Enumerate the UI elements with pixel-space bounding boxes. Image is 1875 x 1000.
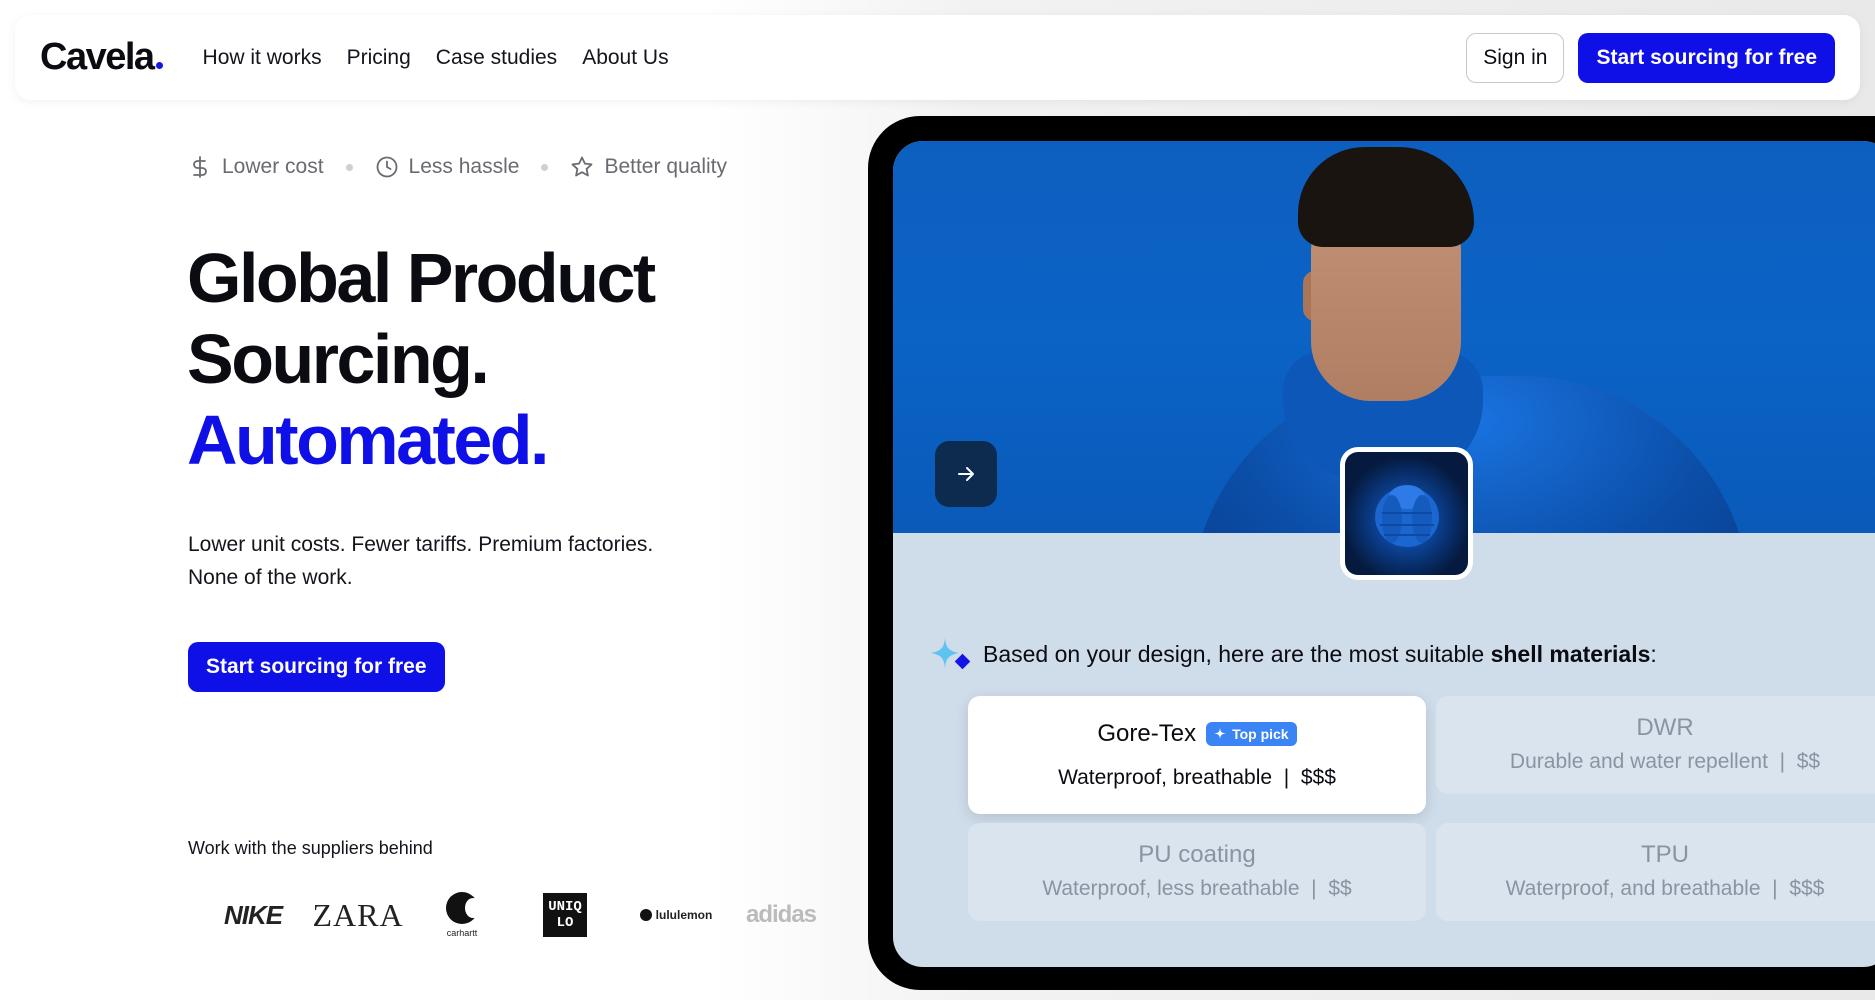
carhartt-mark (446, 892, 481, 924)
material-price: $$$ (1300, 766, 1336, 789)
ai-text: Based on your design, here are the most … (983, 641, 1657, 668)
headline-line-1: Global Product (187, 239, 656, 317)
hero-subtext: Lower unit costs. Fewer tariffs. Premium… (188, 528, 708, 594)
material-desc: Durable and water repellent | $$ (1509, 750, 1821, 773)
headline-accent: Automated. (187, 401, 549, 479)
material-name: PU coating (1138, 841, 1256, 868)
subtext-line-1: Lower unit costs. Fewer tariffs. Premium… (188, 533, 654, 556)
material-properties: Waterproof, less breathable (1042, 877, 1300, 900)
subtext-line-2: None of the work. (188, 566, 353, 589)
nav-actions: Sign in Start sourcing for free (1466, 32, 1835, 83)
ai-text-suffix: : (1650, 640, 1657, 667)
dollar-icon (193, 156, 207, 178)
material-properties: Waterproof, and breathable (1505, 877, 1761, 900)
material-desc: Waterproof, breathable | $$$ (1058, 766, 1336, 789)
uniqlo-text: UNIQLO (548, 899, 582, 931)
logo-dot (155, 62, 163, 69)
benefit-label: Lower cost (222, 155, 324, 178)
top-pick-badge: Top pick (1206, 722, 1297, 746)
nike-logo: NIKE (223, 899, 283, 930)
carhartt-text: carhartt (446, 928, 478, 938)
zara-logo: ZARA (312, 896, 404, 933)
hero-start-sourcing-button[interactable]: Start sourcing for free (188, 642, 445, 692)
material-card-gore-tex[interactable]: Gore-Tex Top pick Waterproof, breathable… (968, 696, 1426, 814)
suppliers-label: Work with the suppliers behind (188, 838, 433, 858)
sign-in-button[interactable]: Sign in (1466, 32, 1565, 83)
lululemon-logo: lululemon (631, 908, 721, 922)
material-card-dwr[interactable]: DWR Durable and water repellent | $$ (1436, 696, 1875, 794)
adidas-logo: adidas (745, 901, 817, 928)
nav-link-pricing[interactable]: Pricing (347, 46, 411, 70)
badge-label: Top pick (1232, 726, 1289, 742)
star-icon (572, 156, 593, 177)
material-price: $$ (1328, 877, 1352, 900)
clock-icon (376, 156, 397, 178)
lululemon-mark (639, 909, 652, 921)
nav-link-about-us[interactable]: About Us (582, 46, 668, 70)
material-name: TPU (1641, 841, 1689, 868)
benefit-better-quality: Better quality (570, 155, 727, 179)
material-properties: Durable and water repellent (1509, 750, 1768, 773)
material-card-tpu[interactable]: TPU Waterproof, and breathable | $$$ (1436, 823, 1875, 921)
carhartt-logo: carhartt (425, 888, 499, 942)
material-desc: Waterproof, less breathable | $$ (1042, 877, 1352, 900)
separator-dot (541, 163, 549, 171)
sparkle-icon (931, 638, 971, 670)
benefit-lower-cost: Lower cost (188, 155, 324, 179)
hair-shape (1298, 147, 1474, 247)
separator-dot (345, 163, 353, 171)
benefit-less-hassle: Less hassle (375, 155, 520, 179)
material-card-pu-coating[interactable]: PU coating Waterproof, less breathable |… (968, 823, 1426, 921)
logo[interactable]: Cavela (40, 36, 163, 79)
ai-text-bold: shell materials (1490, 640, 1651, 667)
lululemon-text: lululemon (655, 908, 713, 922)
top-nav: Cavela How it works Pricing Case studies… (15, 15, 1860, 100)
arrow-right-icon (958, 467, 974, 481)
nav-link-how-it-works[interactable]: How it works (203, 46, 322, 70)
brand-logos: NIKE ZARA carhartt UNIQLO lululemon adid… (215, 888, 817, 942)
sparkle-icon (1214, 728, 1227, 739)
jacket-thumbnail-image (1345, 452, 1468, 575)
card-title-row: Gore-Tex Top pick (968, 720, 1426, 748)
material-price: $$ (1796, 750, 1821, 773)
uniqlo-logo: UNIQLO (543, 893, 587, 937)
nav-links: How it works Pricing Case studies About … (203, 46, 669, 70)
tablet-screen: Based on your design, here are the most … (893, 141, 1875, 967)
product-thumbnail (1340, 447, 1473, 580)
benefit-label: Better quality (604, 155, 728, 178)
ai-recommendation-line: Based on your design, here are the most … (929, 636, 1657, 672)
nav-start-sourcing-button[interactable]: Start sourcing for free (1578, 32, 1835, 83)
logo-text: Cavela (40, 36, 155, 78)
headline-line-2: Sourcing. (187, 320, 490, 398)
benefits-row: Lower cost Less hassle Better quality (188, 155, 727, 179)
benefit-label: Less hassle (408, 155, 520, 178)
next-arrow-button[interactable] (935, 441, 997, 507)
material-name: DWR (1636, 714, 1694, 741)
material-name: Gore-Tex (1097, 720, 1197, 747)
nav-link-case-studies[interactable]: Case studies (436, 46, 557, 70)
material-desc: Waterproof, and breathable | $$$ (1505, 877, 1825, 900)
ai-text-prefix: Based on your design, here are the most … (983, 640, 1491, 667)
material-properties: Waterproof, breathable (1058, 766, 1273, 789)
hero-headline: Global Product Sourcing. Automated. (187, 238, 656, 481)
puffer-jacket-icon (1374, 484, 1439, 547)
material-price: $$$ (1789, 877, 1825, 900)
